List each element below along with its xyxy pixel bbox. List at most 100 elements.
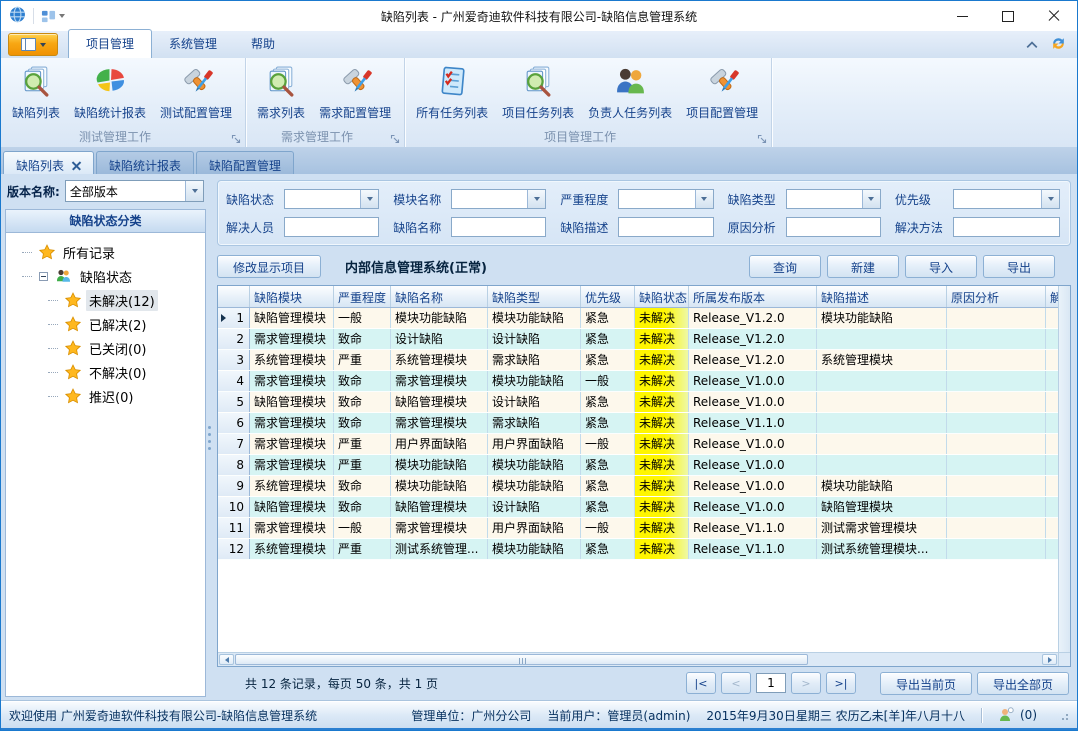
cell — [947, 350, 1046, 370]
dialog-launcher-icon[interactable] — [757, 133, 767, 143]
table-row[interactable]: 11需求管理模块一般需求管理模块用户界面缺陷一般未解决Release_V1.1.… — [218, 518, 1058, 539]
dialog-launcher-icon[interactable] — [390, 133, 400, 143]
table-row[interactable]: 6需求管理模块致命需求管理模块需求缺陷紧急未解决Release_V1.1.0 — [218, 413, 1058, 434]
horizontal-scrollbar[interactable] — [218, 652, 1058, 666]
defect-report-button[interactable]: 缺陷统计报表 — [67, 61, 153, 121]
modify-columns-button[interactable]: 修改显示项目 — [217, 255, 321, 278]
tree-item[interactable]: 不解决(0) — [6, 360, 205, 384]
doc-tab-defect-config[interactable]: 缺陷配置管理 — [196, 151, 294, 174]
table-row[interactable]: 7需求管理模块严重用户界面缺陷用户界面缺陷一般未解决Release_V1.0.0 — [218, 434, 1058, 455]
table-row[interactable]: 4需求管理模块致命需求管理模块模块功能缺陷一般未解决Release_V1.0.0 — [218, 371, 1058, 392]
table-row[interactable]: 1缺陷管理模块一般模块功能缺陷模块功能缺陷紧急未解决Release_V1.2.0… — [218, 308, 1058, 329]
first-page-button[interactable]: |< — [686, 672, 716, 694]
filter-select[interactable] — [451, 189, 546, 209]
ribbon-tab-system[interactable]: 系统管理 — [152, 30, 234, 58]
dropdown-icon[interactable] — [695, 190, 713, 208]
table-row[interactable]: 12系统管理模块严重测试系统管理...模块功能缺陷紧急未解决Release_V1… — [218, 539, 1058, 560]
all-tasks-button[interactable]: 所有任务列表 — [409, 61, 495, 121]
table-row[interactable]: 9系统管理模块致命模块功能缺陷模块功能缺陷紧急未解决Release_V1.0.0… — [218, 476, 1058, 497]
ribbon-tab-help[interactable]: 帮助 — [234, 30, 292, 58]
tree-item[interactable]: 未解决(12) — [6, 288, 205, 312]
dropdown-icon[interactable] — [527, 190, 545, 208]
test-config-button[interactable]: 测试配置管理 — [153, 61, 239, 121]
minimize-button[interactable] — [939, 2, 985, 31]
table-row[interactable]: 3系统管理模块严重系统管理模块需求缺陷紧急未解决Release_V1.2.0系统… — [218, 350, 1058, 371]
column-header[interactable]: 原因分析 — [947, 286, 1046, 307]
collapse-ribbon-icon[interactable] — [1026, 38, 1038, 52]
scrollbar-thumb[interactable] — [235, 654, 808, 665]
prev-page-button[interactable]: < — [721, 672, 751, 694]
query-button[interactable]: 查询 — [749, 255, 821, 278]
project-config-button[interactable]: 项目配置管理 — [679, 61, 765, 121]
help-icon[interactable] — [1050, 35, 1067, 55]
column-header[interactable]: 缺陷名称 — [391, 286, 488, 307]
next-page-button[interactable]: > — [791, 672, 821, 694]
tree-item[interactable]: 已关闭(0) — [6, 336, 205, 360]
table-row[interactable]: 5缺陷管理模块致命缺陷管理模块设计缺陷紧急未解决Release_V1.0.0 — [218, 392, 1058, 413]
table-row[interactable]: 8需求管理模块严重模块功能缺陷模块功能缺陷紧急未解决Release_V1.0.0 — [218, 455, 1058, 476]
filter-input[interactable] — [786, 217, 881, 237]
column-header[interactable]: 缺陷类型 — [488, 286, 581, 307]
tree-item[interactable]: 推迟(0) — [6, 384, 205, 408]
column-header[interactable]: 严重程度 — [334, 286, 391, 307]
resize-grip-icon[interactable] — [1057, 709, 1069, 721]
scroll-left-icon[interactable] — [219, 654, 234, 665]
sidebar-splitter[interactable] — [206, 174, 213, 701]
ribbon-tab-project[interactable]: 项目管理 — [68, 29, 152, 59]
last-page-button[interactable]: >| — [826, 672, 856, 694]
column-header[interactable]: 缺陷状态 — [635, 286, 689, 307]
filter-select[interactable] — [618, 189, 713, 209]
defect-list-button[interactable]: 缺陷列表 — [5, 61, 67, 121]
table-row[interactable]: 2需求管理模块致命设计缺陷设计缺陷紧急未解决Release_V1.2.0 — [218, 329, 1058, 350]
filter-input[interactable] — [618, 217, 713, 237]
export-current-page-button[interactable]: 导出当前页 — [880, 672, 972, 695]
page-input[interactable] — [756, 673, 786, 693]
requirement-list-button[interactable]: 需求列表 — [250, 61, 312, 121]
dropdown-icon[interactable] — [360, 190, 378, 208]
cell: 测试系统管理... — [391, 539, 488, 559]
project-tasks-button[interactable]: 项目任务列表 — [495, 61, 581, 121]
filter-select[interactable] — [953, 189, 1060, 209]
column-header[interactable]: 缺陷描述 — [817, 286, 947, 307]
filter-select[interactable] — [284, 189, 379, 209]
star-icon — [65, 388, 81, 404]
tree-item[interactable]: 已解决(2) — [6, 312, 205, 336]
vertical-scrollbar[interactable] — [1058, 286, 1070, 652]
app-menu-button[interactable] — [8, 33, 58, 56]
row-number: 6 — [236, 416, 244, 430]
row-number-cell: 9 — [218, 476, 250, 496]
doc-tab-defect-report[interactable]: 缺陷统计报表 — [96, 151, 194, 174]
cell: Release_V1.0.0 — [689, 455, 817, 475]
dropdown-icon[interactable] — [185, 181, 203, 201]
filter-input[interactable] — [284, 217, 379, 237]
filter-select[interactable] — [786, 189, 881, 209]
tree-item[interactable]: 缺陷状态 — [6, 264, 205, 288]
requirement-config-button[interactable]: 需求配置管理 — [312, 61, 398, 121]
scroll-right-icon[interactable] — [1042, 654, 1057, 665]
export-all-pages-button[interactable]: 导出全部页 — [977, 672, 1069, 695]
tree-item[interactable]: 所有记录 — [6, 240, 205, 264]
column-header[interactable] — [218, 286, 250, 307]
filter-input[interactable] — [953, 217, 1060, 237]
maximize-button[interactable] — [985, 2, 1031, 31]
dropdown-icon[interactable] — [862, 190, 880, 208]
close-button[interactable] — [1031, 2, 1077, 31]
layout-options-icon[interactable] — [41, 9, 65, 24]
close-tab-icon[interactable] — [72, 161, 81, 170]
dropdown-icon[interactable] — [1041, 190, 1059, 208]
dialog-launcher-icon[interactable] — [231, 133, 241, 143]
export-button[interactable]: 导出 — [983, 255, 1055, 278]
filter-input[interactable] — [451, 217, 546, 237]
new-button[interactable]: 新建 — [827, 255, 899, 278]
table-row[interactable]: 10缺陷管理模块致命缺陷管理模块设计缺陷紧急未解决Release_V1.0.0缺… — [218, 497, 1058, 518]
import-button[interactable]: 导入 — [905, 255, 977, 278]
doc-tab-defect-list[interactable]: 缺陷列表 — [3, 151, 94, 174]
column-header[interactable]: 缺陷模块 — [250, 286, 334, 307]
collapse-node-icon[interactable] — [39, 272, 48, 281]
cell: 缺陷管理模块 — [250, 308, 334, 328]
version-select[interactable]: 全部版本 — [65, 180, 204, 202]
cell — [1046, 497, 1058, 517]
column-header[interactable]: 优先级 — [581, 286, 635, 307]
owner-tasks-button[interactable]: 负责人任务列表 — [581, 61, 679, 121]
column-header[interactable]: 所属发布版本 — [689, 286, 817, 307]
